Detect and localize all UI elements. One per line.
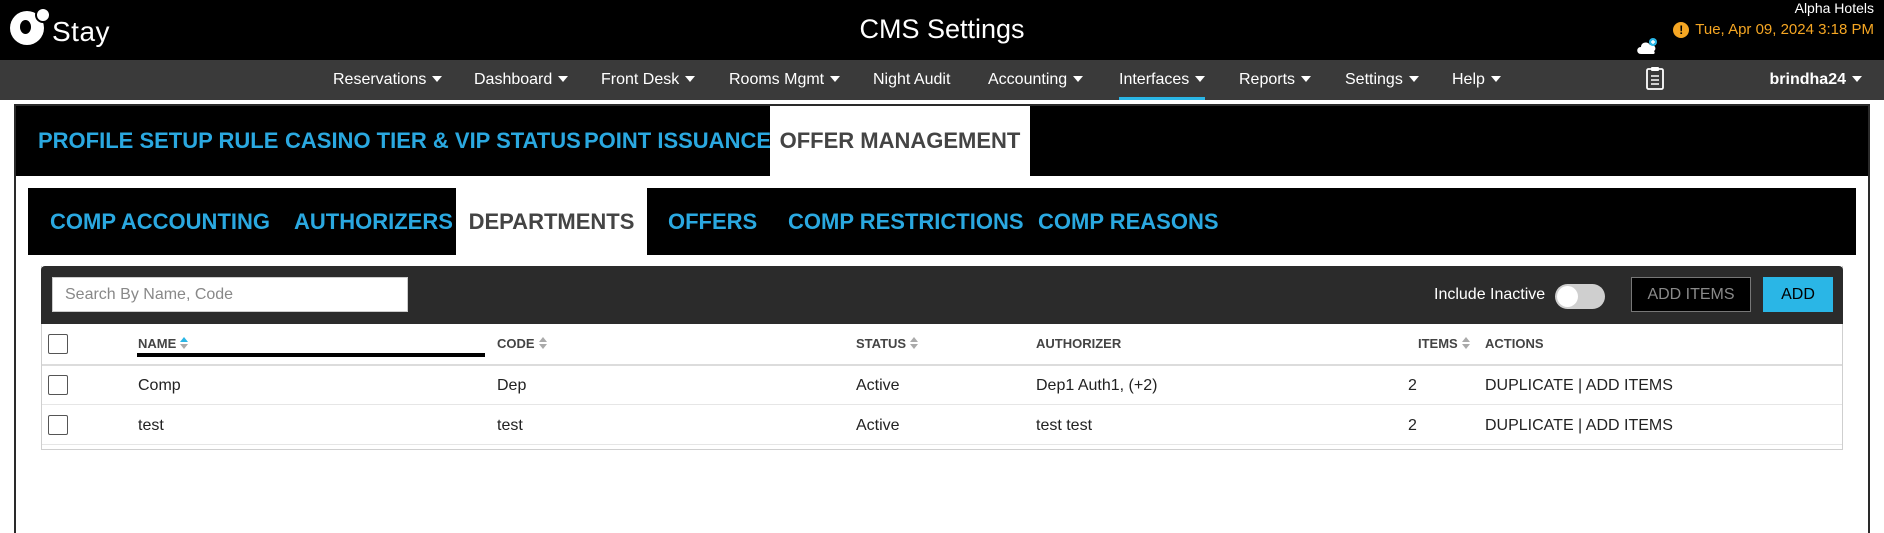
tab-profile-setup-rule[interactable]: PROFILE SETUP RULE	[38, 106, 278, 176]
column-label: STATUS	[856, 336, 907, 351]
business-date: ! Tue, Apr 09, 2024 3:18 PM	[1673, 21, 1874, 38]
column-header-status[interactable]: STATUS	[856, 324, 919, 364]
cell-items: 2	[1408, 417, 1417, 434]
warning-icon: !	[1673, 21, 1690, 38]
cell-name: test	[138, 417, 164, 434]
table-row: Comp Dep Active Dep1 Auth1, (+2) 2 DUPLI…	[42, 366, 1842, 405]
nav-front-desk[interactable]: Front Desk	[601, 60, 696, 100]
tab-authorizers[interactable]: AUTHORIZERS	[294, 188, 453, 255]
caret-down-icon	[558, 76, 569, 82]
cell-status: Active	[856, 417, 900, 434]
row-checkbox[interactable]	[48, 375, 68, 395]
nav-label: Night Audit	[873, 71, 951, 88]
add-button[interactable]: ADD	[1763, 277, 1833, 312]
cell-code: test	[497, 417, 523, 434]
sort-icon	[538, 337, 547, 349]
cms-settings-panel: PROFILE SETUP RULE CASINO TIER & VIP STA…	[14, 104, 1870, 533]
include-inactive-label: Include Inactive	[1434, 286, 1546, 303]
nav-label: Accounting	[988, 71, 1068, 88]
include-inactive-toggle[interactable]	[1555, 284, 1605, 309]
nav-reservations[interactable]: Reservations	[333, 60, 443, 100]
column-label: ACTIONS	[1485, 336, 1544, 351]
add-items-button[interactable]: ADD ITEMS	[1631, 277, 1751, 312]
column-header-items[interactable]: ITEMS	[1418, 324, 1470, 364]
cloud-sync-icon[interactable]	[1635, 38, 1659, 55]
nav-label: Dashboard	[474, 71, 553, 88]
datetime-text: Tue, Apr 09, 2024 3:18 PM	[1695, 21, 1874, 38]
select-all-checkbox[interactable]	[48, 334, 68, 354]
username: brindha24	[1769, 71, 1846, 88]
row-checkbox[interactable]	[48, 415, 68, 435]
user-menu[interactable]: brindha24	[1770, 60, 1862, 100]
nav-settings[interactable]: Settings	[1345, 60, 1419, 100]
cell-status: Active	[856, 377, 900, 394]
tab-casino-tier-vip-status[interactable]: CASINO TIER & VIP STATUS	[285, 106, 581, 176]
nav-night-audit[interactable]: Night Audit	[873, 60, 950, 100]
nav-label: Reservations	[333, 71, 427, 88]
sort-icon	[180, 337, 189, 349]
departments-panel: Include Inactive ADD ITEMS ADD NAME CODE…	[41, 266, 1843, 450]
nav-rooms-mgmt[interactable]: Rooms Mgmt	[729, 60, 841, 100]
tab-point-issuance[interactable]: POINT ISSUANCE	[584, 106, 771, 176]
caret-down-icon	[830, 76, 841, 82]
row-actions-links[interactable]: DUPLICATE | ADD ITEMS	[1485, 366, 1673, 405]
clipboard-icon[interactable]	[1646, 66, 1664, 90]
name-column-underline	[137, 353, 485, 357]
row-actions-links[interactable]: DUPLICATE | ADD ITEMS	[1485, 406, 1673, 445]
column-label: CODE	[497, 336, 535, 351]
search-input[interactable]	[52, 277, 408, 312]
table-row: test test Active test test 2 DUPLICATE |…	[42, 406, 1842, 445]
column-label: ITEMS	[1418, 336, 1458, 351]
caret-down-icon	[1073, 76, 1084, 82]
caret-down-icon	[1408, 76, 1419, 82]
nav-reports[interactable]: Reports	[1239, 60, 1312, 100]
nav-label: Help	[1452, 71, 1485, 88]
cell-authorizer: test test	[1036, 417, 1093, 434]
nav-help[interactable]: Help	[1452, 60, 1501, 100]
nav-label: Settings	[1345, 71, 1403, 88]
caret-down-icon	[1852, 76, 1862, 82]
table-toolbar: Include Inactive ADD ITEMS ADD	[41, 266, 1843, 324]
nav-label: Rooms Mgmt	[729, 71, 825, 88]
tab-comp-restrictions[interactable]: COMP RESTRICTIONS	[788, 188, 1024, 255]
tab-offers[interactable]: OFFERS	[668, 188, 757, 255]
cell-name: Comp	[138, 377, 181, 394]
main-nav: Reservations Dashboard Front Desk Rooms …	[0, 60, 1884, 100]
caret-down-icon	[1490, 76, 1501, 82]
sort-icon	[910, 337, 919, 349]
caret-down-icon	[685, 76, 696, 82]
nav-label: Interfaces	[1119, 71, 1190, 88]
nav-accounting[interactable]: Accounting	[988, 60, 1084, 100]
toggle-knob	[1557, 286, 1578, 307]
cell-code: Dep	[497, 377, 527, 394]
sort-icon	[1461, 337, 1470, 349]
caret-down-icon	[1301, 76, 1312, 82]
column-header-code[interactable]: CODE	[497, 324, 547, 364]
secondary-tabs: COMP ACCOUNTING AUTHORIZERS DEPARTMENTS …	[28, 188, 1856, 255]
primary-tabs: PROFILE SETUP RULE CASINO TIER & VIP STA…	[16, 106, 1868, 176]
tab-departments[interactable]: DEPARTMENTS	[456, 188, 647, 255]
tab-comp-accounting[interactable]: COMP ACCOUNTING	[50, 188, 270, 255]
column-label: NAME	[138, 336, 177, 351]
tab-comp-reasons[interactable]: COMP REASONS	[1038, 188, 1219, 255]
nav-dashboard[interactable]: Dashboard	[474, 60, 569, 100]
top-bar: Stay CMS Settings Alpha Hotels ! Tue, Ap…	[0, 0, 1884, 60]
hotel-name: Alpha Hotels	[1794, 0, 1874, 16]
table-header: NAME CODE STATUS AUTHORIZER ITEMS ACTION…	[42, 324, 1842, 366]
nav-label: Reports	[1239, 71, 1296, 88]
column-header-actions: ACTIONS	[1485, 324, 1544, 364]
nav-interfaces[interactable]: Interfaces	[1119, 60, 1206, 100]
caret-down-icon	[1195, 76, 1206, 82]
page-title: CMS Settings	[859, 14, 1025, 44]
cell-items: 2	[1408, 377, 1417, 394]
nav-label: Front Desk	[601, 71, 680, 88]
column-header-name[interactable]: NAME	[138, 324, 189, 364]
column-header-authorizer: AUTHORIZER	[1036, 324, 1121, 364]
cell-authorizer: Dep1 Auth1, (+2)	[1036, 377, 1158, 394]
tab-offer-management[interactable]: OFFER MANAGEMENT	[770, 106, 1030, 176]
caret-down-icon	[432, 76, 443, 82]
column-label: AUTHORIZER	[1036, 336, 1122, 351]
